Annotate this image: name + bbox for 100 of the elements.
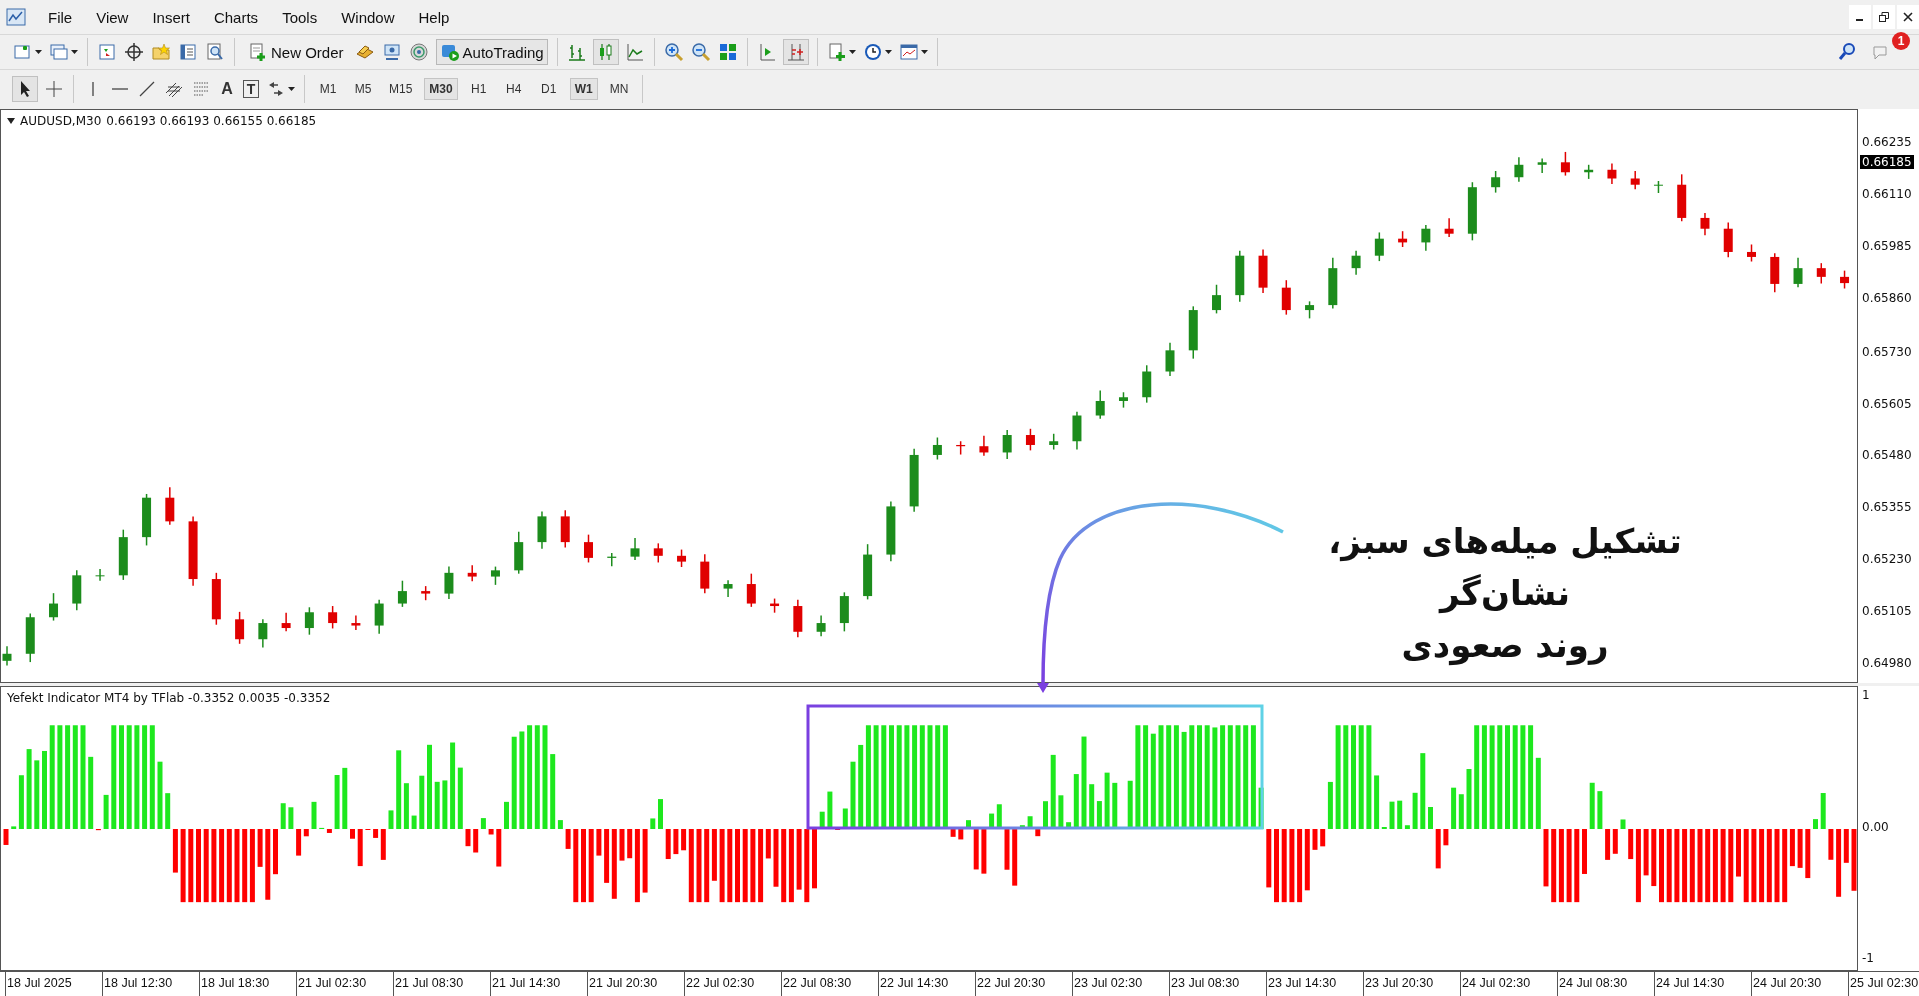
window-list-icon[interactable]: [178, 42, 198, 62]
time-label: 18 Jul 18:30: [199, 972, 296, 996]
market-watch-icon[interactable]: [97, 42, 117, 62]
candlestick: [49, 592, 58, 622]
play-badge-icon: [439, 42, 460, 62]
time-label: 18 Jul 12:30: [102, 972, 199, 996]
close-button[interactable]: [1897, 5, 1919, 29]
timeframe-button[interactable]: H1: [464, 77, 493, 100]
timeframe-button[interactable]: MN: [604, 77, 634, 100]
timeframe-button[interactable]: H4: [499, 77, 528, 100]
tile-windows-icon[interactable]: [717, 42, 738, 62]
price-label: 0.66235: [1862, 135, 1912, 150]
candlestick: [863, 543, 873, 601]
label-tool[interactable]: T: [243, 79, 259, 98]
price-label: 0.65605: [1862, 396, 1912, 411]
menu-item[interactable]: Window: [329, 8, 407, 26]
menu-item[interactable]: Charts: [201, 8, 271, 26]
candlestick-icon[interactable]: [593, 40, 618, 64]
candlestick: [1328, 257, 1338, 310]
chart-shift-icon[interactable]: [783, 40, 808, 64]
text-tool[interactable]: A: [218, 79, 236, 98]
chart-symbol: AUDUSD,M30: [20, 114, 102, 128]
timeframe-button[interactable]: M5: [349, 77, 377, 100]
price-label: 0.64980: [1862, 655, 1912, 670]
candlestick: [1351, 249, 1361, 276]
time-label: 21 Jul 14:30: [490, 972, 587, 996]
candlestick: [1119, 391, 1128, 409]
caret-icon[interactable]: [71, 50, 78, 54]
timeframe-button[interactable]: M30: [424, 77, 458, 100]
timeframe-button[interactable]: M1: [314, 77, 342, 100]
signal-circle-icon[interactable]: [408, 42, 429, 62]
restore-button[interactable]: [1873, 5, 1895, 29]
template-icon[interactable]: [898, 42, 919, 62]
price-label: 0.65230: [1862, 552, 1912, 567]
app-icon[interactable]: [6, 7, 26, 27]
caret-icon[interactable]: [884, 50, 892, 54]
line-chart-icon[interactable]: [624, 42, 645, 62]
caret-icon[interactable]: [848, 50, 856, 54]
candlestick: [328, 605, 338, 630]
menu-item[interactable]: Help: [406, 8, 462, 26]
candlestick: [607, 552, 617, 567]
timeframe-button[interactable]: D1: [534, 77, 563, 100]
candlestick: [2, 645, 12, 667]
candlestick: [1560, 151, 1570, 177]
candlestick: [118, 528, 128, 581]
time-label: 23 Jul 02:30: [1072, 972, 1169, 996]
candlestick: [1723, 221, 1733, 259]
search-icon[interactable]: [1837, 42, 1857, 62]
caret-icon[interactable]: [920, 50, 928, 54]
price-label: 0.65355: [1862, 500, 1912, 515]
clock-icon[interactable]: [862, 42, 883, 62]
caret-icon[interactable]: [35, 50, 42, 54]
zoom-in-icon[interactable]: [663, 42, 684, 62]
candlestick: [723, 579, 733, 598]
menu-item[interactable]: Tools: [270, 8, 330, 26]
candlestick: [95, 568, 105, 582]
current-price-label: 0.66185: [1860, 155, 1914, 169]
indicator-level-label: 0.00: [1862, 820, 1889, 834]
new-order-button[interactable]: New Order: [244, 39, 348, 65]
candlestick: [700, 553, 710, 594]
candlestick: [397, 579, 407, 608]
timeframe-button[interactable]: W1: [569, 77, 598, 100]
candlestick: [537, 510, 547, 550]
timeframe-button[interactable]: M15: [384, 77, 418, 100]
candlestick: [1374, 231, 1384, 262]
candlestick: [444, 565, 454, 600]
time-label: 24 Jul 02:30: [1460, 972, 1557, 996]
cursor-icon[interactable]: [13, 76, 37, 101]
candlestick: [304, 606, 314, 636]
menu-item[interactable]: View: [84, 8, 141, 26]
crosshair-icon[interactable]: [124, 42, 144, 62]
price-label: 0.65480: [1862, 448, 1912, 463]
candlestick: [746, 572, 756, 608]
time-label: 24 Jul 14:30: [1654, 972, 1751, 996]
menu-item[interactable]: Insert: [140, 8, 202, 26]
candlestick: [1700, 212, 1710, 237]
candlestick: [1072, 411, 1082, 451]
caret-icon[interactable]: [288, 86, 295, 91]
indicator-title: Yefekt Indicator MT4 by TFlab -0.3352 0.0035 -0.3352: [7, 691, 331, 705]
candlestick: [211, 572, 221, 626]
zoom-out-icon[interactable]: [690, 42, 711, 62]
document-plus-icon: [248, 42, 268, 62]
candlestick: [351, 614, 361, 631]
minimize-button[interactable]: [1849, 5, 1871, 29]
dropdown-triangle-icon[interactable]: [7, 118, 15, 124]
candlestick: [490, 565, 500, 586]
menu-item[interactable]: File: [36, 8, 85, 26]
annotation-text: تشکیل میله‌های سبز، نشان‌گر روند صعودی: [1327, 520, 1683, 668]
magnifier-document-icon[interactable]: [205, 42, 225, 62]
autotrading-button[interactable]: AutoTrading: [435, 39, 548, 65]
person-screen-icon[interactable]: [381, 42, 402, 62]
bar-chart-icon[interactable]: [566, 42, 587, 62]
candlestick: [188, 515, 198, 587]
price-label: 0.65730: [1862, 344, 1912, 359]
candlestick: [560, 509, 570, 549]
time-label: 22 Jul 08:30: [781, 972, 878, 996]
star-folder-icon[interactable]: [151, 42, 171, 62]
candlestick: [816, 614, 826, 638]
time-label: 24 Jul 20:30: [1751, 972, 1848, 996]
candlestick: [653, 542, 663, 564]
